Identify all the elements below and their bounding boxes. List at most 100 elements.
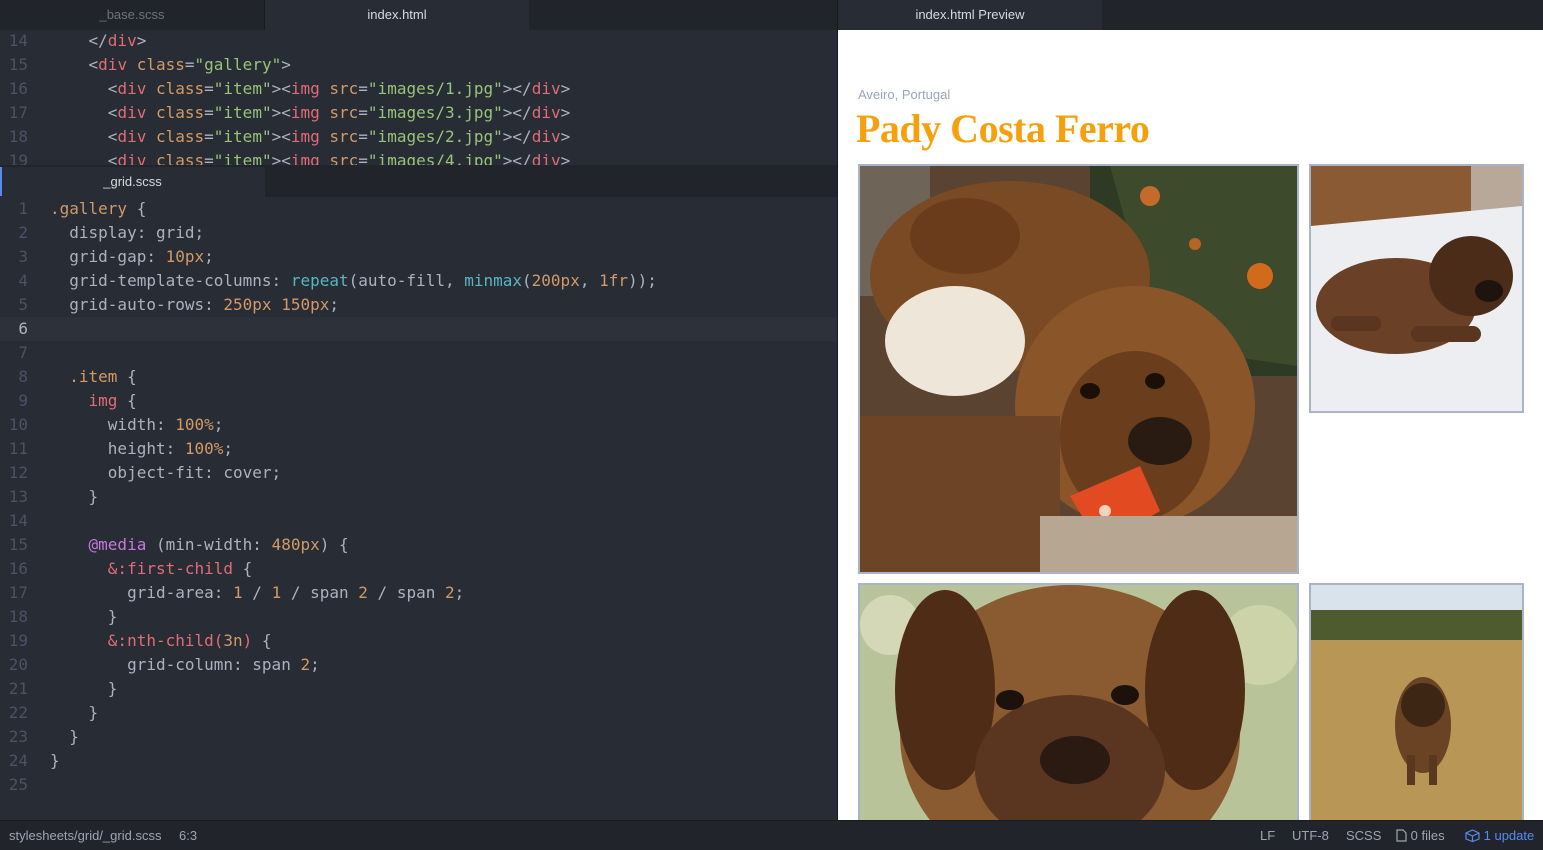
line-number: 15 <box>8 535 28 554</box>
file-icon <box>1396 829 1407 842</box>
scss-line-9[interactable]: 9 img { <box>0 389 837 413</box>
line-number: 5 <box>18 295 28 314</box>
code-text: <div class="item"><img src="images/1.jpg… <box>50 79 571 98</box>
line-number: 14 <box>8 31 28 50</box>
html-editor[interactable]: 14 </div> 15 <div class="gallery"> 16 <div… <box>0 30 837 165</box>
scss-line-25[interactable]: 25 <box>0 773 837 797</box>
scss-line-23[interactable]: 23 } <box>0 725 837 749</box>
html-line-15[interactable]: 15 <div class="gallery"> <box>0 53 837 77</box>
scss-line-1[interactable]: 1 .gallery { <box>0 197 837 221</box>
preview-tab-bar: index.html Preview <box>838 0 1543 30</box>
code-text: </div> <box>50 31 147 50</box>
tab-grid-scss[interactable]: _grid.scss <box>0 167 265 197</box>
scss-line-6[interactable]: 6 <box>0 317 837 341</box>
html-preview[interactable]: Aveiro, Portugal Pady Costa Ferro <box>838 30 1543 820</box>
scss-line-2[interactable]: 2 display: grid; <box>0 221 837 245</box>
scss-line-13[interactable]: 13 } <box>0 485 837 509</box>
scss-line-4[interactable]: 4 grid-template-columns: repeat(auto-fil… <box>0 269 837 293</box>
scss-line-3[interactable]: 3 grid-gap: 10px; <box>0 245 837 269</box>
gallery-item-1 <box>858 164 1299 574</box>
status-file-path[interactable]: stylesheets/grid/_grid.scss <box>9 821 161 850</box>
code-text: .gallery { <box>50 199 147 218</box>
line-number: 17 <box>8 103 28 122</box>
scss-line-8[interactable]: 8 .item { <box>0 365 837 389</box>
status-grammar[interactable]: SCSS <box>1346 821 1381 850</box>
status-bar: stylesheets/grid/_grid.scss 6:3 LF UTF-8… <box>0 820 1543 850</box>
tab-base-scss[interactable]: _base.scss <box>0 0 265 30</box>
scss-line-10[interactable]: 10 width: 100%; <box>0 413 837 437</box>
tab-preview[interactable]: index.html Preview <box>838 0 1102 30</box>
scss-line-18[interactable]: 18 } <box>0 605 837 629</box>
line-number: 8 <box>18 367 28 386</box>
line-number: 2 <box>18 223 28 242</box>
code-text: } <box>50 751 60 770</box>
code-text: <div class="item"><img src="images/4.jpg… <box>50 151 571 165</box>
status-cursor-position[interactable]: 6:3 <box>179 821 197 850</box>
line-number: 16 <box>8 559 28 578</box>
scss-line-21[interactable]: 21 } <box>0 677 837 701</box>
scss-line-16[interactable]: 16 &:first-child { <box>0 557 837 581</box>
scss-line-14[interactable]: 14 <box>0 509 837 533</box>
code-text: grid-area: 1 / 1 / span 2 / span 2; <box>50 583 465 602</box>
tab-index-html[interactable]: index.html <box>265 0 529 30</box>
scss-editor[interactable]: 1 .gallery { 2 display: grid; 3 grid-gap: 1… <box>0 197 837 820</box>
dog-photo-2 <box>1311 166 1522 411</box>
package-icon <box>1465 829 1480 843</box>
line-number: 12 <box>8 463 28 482</box>
code-text: &:nth-child(3n) { <box>50 631 272 650</box>
bottom-tab-bar: _grid.scss <box>0 167 837 197</box>
line-number: 20 <box>8 655 28 674</box>
scss-line-19[interactable]: 19 &:nth-child(3n) { <box>0 629 837 653</box>
line-number: 13 <box>8 487 28 506</box>
status-encoding[interactable]: UTF-8 <box>1292 821 1329 850</box>
status-files-label: 0 files <box>1410 828 1445 843</box>
editor-window: _base.scss index.html index.html Preview… <box>0 0 1543 850</box>
line-number: 19 <box>8 151 28 165</box>
gallery-item-2 <box>1309 164 1524 413</box>
line-number: 23 <box>8 727 28 746</box>
html-line-16[interactable]: 16 <div class="item"><img src="images/1.… <box>0 77 837 101</box>
scss-line-22[interactable]: 22 } <box>0 701 837 725</box>
scss-line-15[interactable]: 15 @media (min-width: 480px) { <box>0 533 837 557</box>
code-text: <div class="gallery"> <box>50 55 291 74</box>
line-number: 19 <box>8 631 28 650</box>
page-title: Pady Costa Ferro <box>856 106 1150 151</box>
code-text: grid-column: span 2; <box>50 655 320 674</box>
code-text: img { <box>50 391 137 410</box>
html-line-19[interactable]: 19 <div class="item"><img src="images/4.… <box>0 149 837 165</box>
line-number: 22 <box>8 703 28 722</box>
scss-line-17[interactable]: 17 grid-area: 1 / 1 / span 2 / span 2; <box>0 581 837 605</box>
scss-line-20[interactable]: 20 grid-column: span 2; <box>0 653 837 677</box>
code-text: width: 100%; <box>50 415 224 434</box>
code-text: <div class="item"><img src="images/2.jpg… <box>50 127 571 146</box>
line-number: 7 <box>18 343 28 362</box>
line-number: 24 <box>8 751 28 770</box>
code-text: grid-template-columns: repeat(auto-fill,… <box>50 271 657 290</box>
location-label: Aveiro, Portugal <box>858 87 951 102</box>
scss-line-12[interactable]: 12 object-fit: cover; <box>0 461 837 485</box>
status-update-label: 1 update <box>1483 828 1535 843</box>
gallery-item-3 <box>858 583 1299 820</box>
line-number: 16 <box>8 79 28 98</box>
scss-line-24[interactable]: 24} <box>0 749 837 773</box>
line-number: 10 <box>8 415 28 434</box>
status-line-ending[interactable]: LF <box>1260 821 1275 850</box>
scss-line-11[interactable]: 11 height: 100%; <box>0 437 837 461</box>
dog-photo-1 <box>860 166 1297 572</box>
status-update[interactable]: 1 update <box>1465 821 1534 850</box>
line-number: 25 <box>8 775 28 794</box>
line-number: 11 <box>8 439 28 458</box>
line-number: 15 <box>8 55 28 74</box>
status-files[interactable]: 0 files <box>1396 821 1445 850</box>
html-line-14[interactable]: 14 </div> <box>0 30 837 53</box>
scss-line-7[interactable]: 7 <box>0 341 837 365</box>
code-text: } <box>50 487 99 506</box>
code-text: } <box>50 727 79 746</box>
line-number: 18 <box>8 127 28 146</box>
html-line-18[interactable]: 18 <div class="item"><img src="images/2.… <box>0 125 837 149</box>
html-line-17[interactable]: 17 <div class="item"><img src="images/3.… <box>0 101 837 125</box>
line-number: 1 <box>18 199 28 218</box>
dog-photo-4 <box>1311 585 1522 820</box>
scss-line-5[interactable]: 5 grid-auto-rows: 250px 150px; <box>0 293 837 317</box>
line-number: 17 <box>8 583 28 602</box>
